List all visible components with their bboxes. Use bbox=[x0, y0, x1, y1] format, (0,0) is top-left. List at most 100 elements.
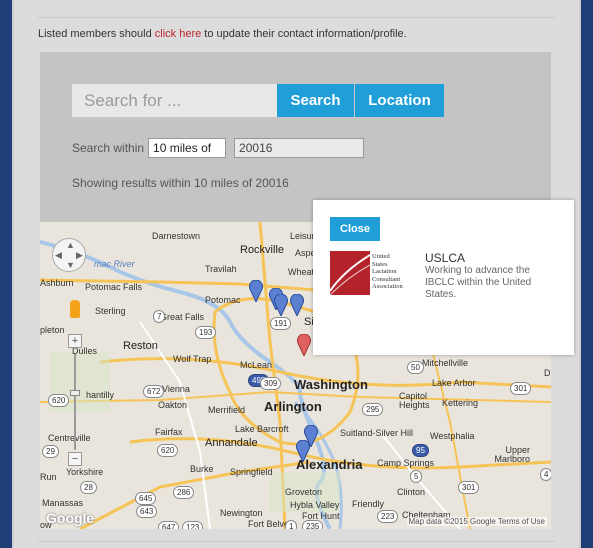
map-label-vienna: Vienna bbox=[162, 384, 190, 394]
map-label-kettering: Kettering bbox=[442, 398, 479, 408]
route-shield: 191 bbox=[270, 317, 292, 330]
route-shield: 301 bbox=[458, 481, 480, 494]
map-label-manassas: Manassas bbox=[42, 498, 84, 508]
map-marker-blue[interactable] bbox=[274, 294, 288, 316]
map-label-lake-arbor: Lake Arbor bbox=[432, 378, 476, 388]
bottom-divider bbox=[38, 541, 555, 542]
map-label-centreville: Centreville bbox=[48, 433, 91, 443]
map-label-d: D bbox=[544, 368, 551, 378]
route-shield: 123 bbox=[182, 521, 204, 529]
org-name: USLCA bbox=[425, 251, 466, 265]
map-label-sterling: Sterling bbox=[95, 306, 126, 316]
click-here-link[interactable]: click here bbox=[155, 28, 201, 40]
miles-select[interactable] bbox=[148, 138, 227, 158]
map-label-travilah: Travilah bbox=[205, 264, 237, 274]
uslca-logo: United States Lactation Consultant Assoc… bbox=[329, 251, 410, 296]
route-shield: 235 bbox=[302, 520, 324, 529]
zoom-in-button[interactable]: + bbox=[68, 334, 82, 348]
map-label-clinton: Clinton bbox=[397, 487, 426, 497]
map-pan-control[interactable]: ▲ ◀ ▶ ▼ bbox=[52, 238, 86, 272]
search-button[interactable]: Search bbox=[277, 84, 354, 117]
route-shield: 643 bbox=[136, 505, 158, 518]
map-label-pleton: pleton bbox=[40, 325, 65, 335]
map-label-springfield: Springfield bbox=[230, 467, 273, 477]
top-divider bbox=[38, 17, 555, 18]
map-label-lake-barcroft: Lake Barcroft bbox=[235, 424, 289, 434]
route-shield: 647 bbox=[158, 521, 180, 529]
zoom-slider-track[interactable] bbox=[74, 354, 76, 450]
notice-before: Listed members should bbox=[38, 28, 155, 40]
map-label-washington: Washington bbox=[294, 377, 368, 392]
map-label-merrifield: Merrifield bbox=[208, 405, 246, 415]
map-label-oakton: Oakton bbox=[158, 400, 188, 410]
update-notice: Listed members should click here to upda… bbox=[38, 28, 407, 40]
map-label-ashburn: Ashburn bbox=[40, 278, 74, 288]
map-label-potomac-falls: Potomac Falls bbox=[85, 282, 143, 292]
location-button[interactable]: Location bbox=[355, 84, 444, 117]
interstate-shield: 95 bbox=[412, 444, 429, 457]
map-label-camp-springs: Camp Springs bbox=[377, 458, 435, 468]
map-label-arlington: Arlington bbox=[264, 399, 322, 414]
map-label-suitland: Suitland-Silver Hill bbox=[340, 428, 414, 438]
route-shield: 193 bbox=[195, 326, 217, 339]
map-label-capitol-heights: Capitol Heights bbox=[399, 391, 430, 410]
route-shield: 309 bbox=[260, 377, 282, 390]
route-shield: 223 bbox=[377, 510, 399, 523]
showing-results-text: Showing results within 10 miles of 20016 bbox=[72, 176, 289, 190]
street-view-pegman-icon[interactable] bbox=[70, 300, 80, 318]
search-panel: Search Location Search within Showing re… bbox=[40, 52, 551, 222]
zoom-out-button[interactable]: − bbox=[68, 452, 82, 466]
pan-left-icon[interactable]: ◀ bbox=[55, 250, 62, 261]
route-shield: 672 bbox=[143, 385, 165, 398]
map-label-westphalia: Westphalia bbox=[430, 431, 475, 441]
map-marker-blue[interactable] bbox=[249, 280, 263, 302]
map-label-reston: Reston bbox=[123, 340, 158, 352]
route-shield: 620 bbox=[157, 444, 179, 457]
map-label-chantilly: hantilly bbox=[86, 390, 115, 400]
map-label-hybla-valley: Hybla Valley bbox=[290, 500, 340, 510]
map-label-friendly: Friendly bbox=[352, 499, 385, 509]
map-marker-blue[interactable] bbox=[290, 294, 304, 316]
map-label-annandale: Annandale bbox=[205, 437, 258, 449]
route-shield: 645 bbox=[135, 492, 157, 505]
map-label-wolf-trap: Wolf Trap bbox=[173, 354, 212, 364]
map-label-newington: Newington bbox=[220, 508, 263, 518]
map-label-upper-marlboro: Upper Marlboro bbox=[494, 445, 530, 464]
route-shield: 301 bbox=[510, 382, 532, 395]
map-label-yorkshire: Yorkshire bbox=[66, 467, 104, 477]
route-shield: 50 bbox=[407, 361, 424, 374]
member-info-popup: Close United States Lactation Consultant… bbox=[313, 200, 574, 355]
map-label-groveton: Groveton bbox=[285, 487, 323, 497]
map-label-mclean: McLean bbox=[240, 360, 273, 370]
route-shield: 28 bbox=[80, 481, 97, 494]
map-label-darnestown: Darnestown bbox=[152, 231, 201, 241]
logo-text: United States Lactation Consultant Assoc… bbox=[372, 253, 403, 290]
map-label-potomac-river: mac River bbox=[94, 259, 135, 269]
zip-input[interactable] bbox=[234, 138, 365, 158]
map-label-mitchellville: Mitchellville bbox=[422, 358, 469, 368]
pan-down-icon[interactable]: ▼ bbox=[66, 260, 75, 270]
google-logo: Google bbox=[46, 510, 95, 526]
pan-up-icon[interactable]: ▲ bbox=[66, 240, 75, 250]
route-shield: 29 bbox=[42, 445, 59, 458]
route-shield: 620 bbox=[48, 394, 70, 407]
zoom-slider-thumb[interactable] bbox=[70, 390, 80, 396]
pan-right-icon[interactable]: ▶ bbox=[76, 250, 83, 261]
map-label-great-falls: Great Falls bbox=[160, 312, 205, 322]
close-button[interactable]: Close bbox=[330, 217, 380, 241]
search-within-label: Search within bbox=[72, 141, 145, 155]
logo-red-block bbox=[329, 251, 371, 296]
search-input[interactable] bbox=[72, 84, 277, 117]
route-shield: 295 bbox=[362, 403, 384, 416]
map-credits[interactable]: Map data ©2015 Google Terms of Use bbox=[406, 517, 547, 526]
map-label-potomac: Potomac bbox=[205, 295, 241, 305]
notice-after: to update their contact information/prof… bbox=[201, 28, 407, 40]
map-label-run: Run bbox=[40, 472, 57, 482]
route-shield: 4 bbox=[540, 468, 551, 481]
map-label-fairfax: Fairfax bbox=[155, 427, 183, 437]
route-shield: 1 bbox=[285, 520, 298, 529]
map-marker-red[interactable] bbox=[297, 334, 311, 356]
map-label-burke: Burke bbox=[190, 464, 214, 474]
route-shield: 286 bbox=[173, 486, 195, 499]
map-marker-blue[interactable] bbox=[296, 440, 310, 462]
